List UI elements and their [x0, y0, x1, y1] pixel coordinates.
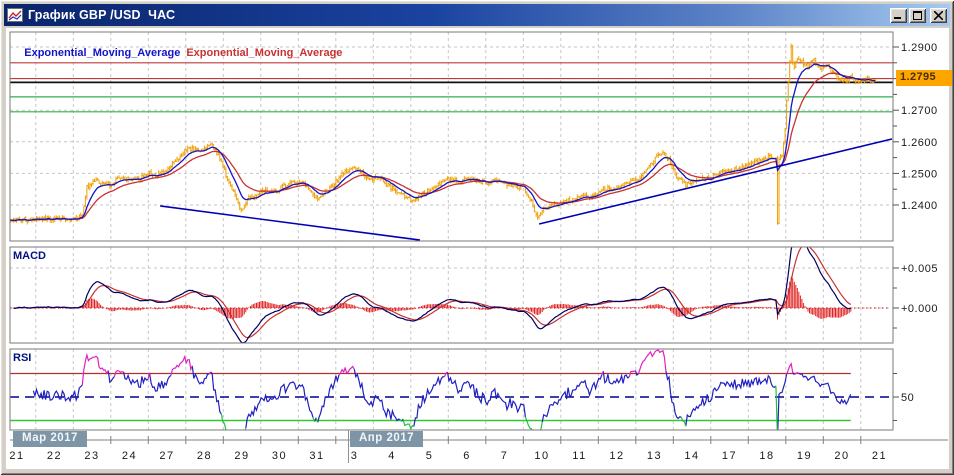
- month-badge-march: Мар 2017: [13, 431, 87, 447]
- macd-signal-line: [14, 245, 851, 338]
- date-label: 29: [234, 450, 249, 462]
- price-axis-label: 1.2600: [901, 137, 938, 149]
- date-label: 19: [797, 450, 812, 462]
- date-label: 31: [309, 450, 324, 462]
- gridlines: [10, 32, 893, 430]
- rsi-plot: [10, 350, 890, 445]
- titlebar[interactable]: График GBP /USD ЧАС: [4, 4, 950, 26]
- date-label: 6: [463, 450, 471, 462]
- date-label: 27: [159, 450, 174, 462]
- rsi-line: [33, 366, 850, 439]
- date-label: 5: [426, 450, 434, 462]
- price-axis-label: 1.2400: [901, 200, 938, 212]
- ema-fast-line: [11, 64, 876, 220]
- rsi-panel-label: RSI: [13, 352, 31, 365]
- chart-window: 1.29001.28001.27001.26001.25001.2400+0.0…: [0, 0, 954, 475]
- minimize-icon: [894, 11, 903, 20]
- date-label: 18: [759, 450, 774, 462]
- maximize-button[interactable]: [909, 8, 926, 23]
- maximize-icon: [913, 11, 922, 20]
- window-title: График GBP /USD ЧАС: [28, 8, 888, 22]
- macd-axis-label: +0.005: [901, 263, 938, 275]
- ema-slow-line: [11, 73, 851, 220]
- date-label: 10: [534, 450, 549, 462]
- date-label: 24: [122, 450, 137, 462]
- close-button[interactable]: [930, 8, 947, 23]
- macd-axis-label: +0.000: [901, 303, 938, 315]
- date-label: 3: [351, 450, 359, 462]
- date-label: 4: [388, 450, 396, 462]
- app-chart-icon: [7, 8, 23, 22]
- rsi-axis-label: 50: [901, 392, 914, 404]
- trendline[interactable]: [539, 139, 892, 224]
- ema-fast-label: Exponential_Moving_Average: [24, 47, 180, 59]
- macd-panel-label: MACD: [13, 250, 46, 263]
- macd-line: [14, 235, 851, 343]
- trendline[interactable]: [160, 206, 420, 240]
- macd-histogram: [11, 277, 851, 320]
- date-label: 30: [272, 450, 287, 462]
- indicator-legend: Exponential_Moving_Average Exponential_Mo…: [12, 34, 348, 73]
- minimize-button[interactable]: [890, 8, 907, 23]
- date-label: 14: [684, 450, 699, 462]
- macd-panel[interactable]: [10, 247, 893, 343]
- date-label: 28: [197, 450, 212, 462]
- date-label: 17: [722, 450, 737, 462]
- date-label: 7: [501, 450, 509, 462]
- date-label: 21: [9, 450, 24, 462]
- price-axis-label: 1.2700: [901, 105, 938, 117]
- rsi-panel[interactable]: [10, 349, 893, 430]
- price-axis-label: 1.2500: [901, 168, 938, 180]
- date-label: 12: [609, 450, 624, 462]
- date-label: 20: [834, 450, 849, 462]
- ema-slow-label: Exponential_Moving_Average: [186, 47, 342, 59]
- date-label: 22: [47, 450, 62, 462]
- current-price-badge: 1.2795: [896, 70, 952, 86]
- x-axis[interactable]: 21 22 23 24 27 28 29 30 31 3 4 5 6 7 10 11 12 13 14 17 18 19 2…: [9, 430, 948, 463]
- date-label: 11: [572, 450, 586, 462]
- date-label: 23: [84, 450, 99, 462]
- date-label: 13: [647, 450, 662, 462]
- price-axis[interactable]: 1.29001.28001.27001.26001.25001.2400+0.0…: [893, 42, 938, 421]
- date-label: 21: [872, 450, 887, 462]
- close-icon: [934, 11, 943, 20]
- price-axis-label: 1.2900: [901, 42, 938, 54]
- macd-plot: [10, 235, 888, 343]
- month-badge-april: Апр 2017: [350, 431, 423, 447]
